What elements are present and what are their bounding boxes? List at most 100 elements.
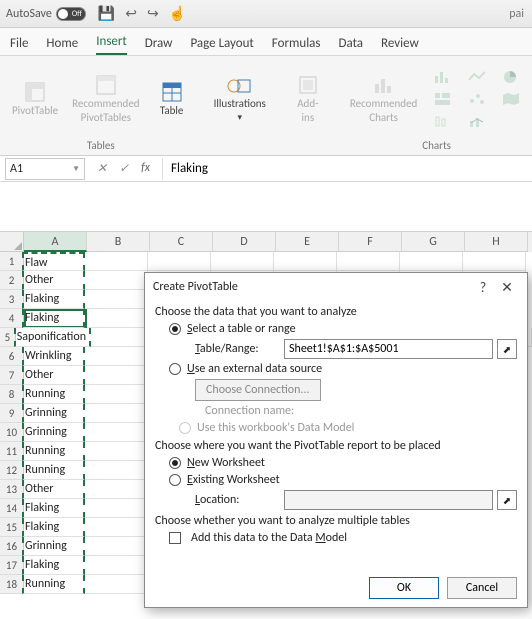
col-header-g[interactable]: G — [402, 232, 465, 252]
select-all-corner[interactable] — [0, 232, 24, 252]
cancel-button[interactable]: Cancel — [447, 577, 517, 599]
help-icon[interactable]: ? — [471, 279, 495, 296]
line-chart-icon[interactable] — [461, 67, 493, 87]
cell[interactable]: Grinning — [22, 404, 85, 423]
cell[interactable]: Flaking — [22, 309, 85, 328]
tab-formulas[interactable]: Formulas — [272, 36, 321, 55]
combo-chart-icon[interactable] — [461, 111, 493, 131]
radio-external-source[interactable]: Use an external data source — [169, 362, 517, 376]
cell[interactable]: Saponification — [14, 328, 91, 347]
cell[interactable]: Grinning — [22, 537, 85, 556]
cell[interactable] — [463, 252, 526, 271]
cell[interactable] — [85, 290, 148, 309]
cell[interactable] — [85, 537, 148, 556]
radio-select-range[interactable]: Select a table or range — [169, 322, 517, 336]
cell[interactable] — [85, 461, 148, 480]
hierarchy-chart-icon[interactable] — [427, 89, 459, 109]
undo-icon[interactable]: ↩ — [125, 5, 137, 22]
column-chart-icon[interactable] — [427, 67, 459, 87]
row-header[interactable]: 17 — [0, 556, 24, 575]
cell[interactable] — [85, 423, 148, 442]
cell[interactable]: Other — [22, 366, 85, 385]
save-icon[interactable]: 💾 — [98, 5, 115, 22]
cell[interactable] — [337, 252, 400, 271]
map-chart-icon[interactable] — [495, 89, 527, 109]
cell[interactable] — [85, 366, 148, 385]
cell[interactable] — [85, 309, 148, 328]
cell[interactable] — [85, 556, 148, 575]
cell[interactable]: Flaking — [22, 499, 85, 518]
row-header[interactable]: 12 — [0, 461, 24, 480]
col-header-e[interactable]: E — [276, 232, 339, 252]
cell[interactable] — [85, 518, 148, 537]
col-header-a[interactable]: A — [24, 232, 87, 252]
cell[interactable]: Flaking — [22, 518, 85, 537]
toggle-switch-icon[interactable]: Off — [56, 7, 86, 21]
collapse-dialog-icon[interactable]: ⬈ — [497, 339, 517, 359]
col-header-h[interactable]: H — [465, 232, 528, 252]
row-header[interactable]: 8 — [0, 385, 24, 404]
cell[interactable] — [85, 480, 148, 499]
cell[interactable]: Flaking — [22, 556, 85, 575]
cell[interactable] — [85, 252, 148, 271]
cell[interactable] — [85, 347, 148, 366]
cell[interactable]: Other — [22, 480, 85, 499]
cell[interactable] — [211, 252, 274, 271]
radio-existing-worksheet[interactable]: Existing Worksheet — [169, 473, 517, 487]
cell[interactable] — [85, 404, 148, 423]
cancel-formula-icon[interactable]: ✕ — [97, 161, 107, 176]
row-header[interactable]: 11 — [0, 442, 24, 461]
scatter-chart-icon[interactable] — [461, 89, 493, 109]
tab-insert[interactable]: Insert — [96, 34, 127, 55]
cell[interactable]: Running — [22, 442, 85, 461]
illustrations-button[interactable]: Illustrations ▾ — [210, 72, 270, 126]
collapse-dialog-icon[interactable]: ⬈ — [497, 490, 517, 510]
cell[interactable]: Other — [22, 271, 85, 290]
tab-data[interactable]: Data — [339, 36, 364, 55]
cell[interactable]: Wrinkling — [22, 347, 85, 366]
cell[interactable] — [85, 385, 148, 404]
row-header[interactable]: 7 — [0, 366, 24, 385]
cell[interactable] — [85, 442, 148, 461]
recommended-pivottables-button[interactable]: Recommended PivotTables — [68, 72, 143, 126]
row-header[interactable]: 6 — [0, 347, 24, 366]
redo-icon[interactable]: ↪ — [147, 5, 159, 22]
cell[interactable] — [85, 575, 148, 594]
chevron-down-icon[interactable]: ▼ — [72, 164, 80, 174]
radio-new-worksheet[interactable]: New Worksheet — [169, 456, 517, 470]
cell[interactable]: Running — [22, 385, 85, 404]
addins-button[interactable]: Add- ins — [286, 72, 330, 126]
row-header[interactable]: 3 — [0, 290, 24, 309]
cell[interactable] — [148, 252, 211, 271]
row-header[interactable]: 1 — [0, 252, 24, 271]
statistic-chart-icon[interactable] — [427, 111, 459, 131]
col-header-f[interactable]: F — [339, 232, 402, 252]
cell[interactable] — [400, 252, 463, 271]
col-header-d[interactable]: D — [213, 232, 276, 252]
dialog-titlebar[interactable]: Create PivotTable ? ✕ — [145, 273, 527, 301]
row-header[interactable]: 13 — [0, 480, 24, 499]
name-box[interactable]: A1 ▼ — [5, 158, 85, 180]
table-range-input[interactable] — [284, 339, 493, 359]
tab-draw[interactable]: Draw — [145, 36, 173, 55]
row-header[interactable]: 14 — [0, 499, 24, 518]
row-header[interactable]: 4 — [0, 309, 24, 328]
ok-button[interactable]: OK — [369, 577, 439, 599]
tab-page-layout[interactable]: Page Layout — [190, 36, 253, 55]
tab-home[interactable]: Home — [46, 36, 78, 55]
col-header-b[interactable]: B — [87, 232, 150, 252]
row-header[interactable]: 2 — [0, 271, 24, 290]
autosave-toggle[interactable]: AutoSave Off — [6, 7, 86, 21]
formula-input[interactable] — [162, 158, 532, 180]
location-input[interactable] — [284, 490, 493, 510]
cell[interactable]: Grinning — [22, 423, 85, 442]
row-header[interactable]: 15 — [0, 518, 24, 537]
pie-chart-icon[interactable] — [495, 67, 527, 87]
touch-mode-icon[interactable]: ☝ — [169, 5, 186, 22]
tab-file[interactable]: File — [10, 36, 28, 55]
row-header[interactable]: 10 — [0, 423, 24, 442]
table-button[interactable]: Table — [150, 79, 194, 119]
col-header-c[interactable]: C — [150, 232, 213, 252]
recommended-charts-button[interactable]: Recommended Charts — [346, 72, 421, 126]
row-header[interactable]: 18 — [0, 575, 24, 594]
